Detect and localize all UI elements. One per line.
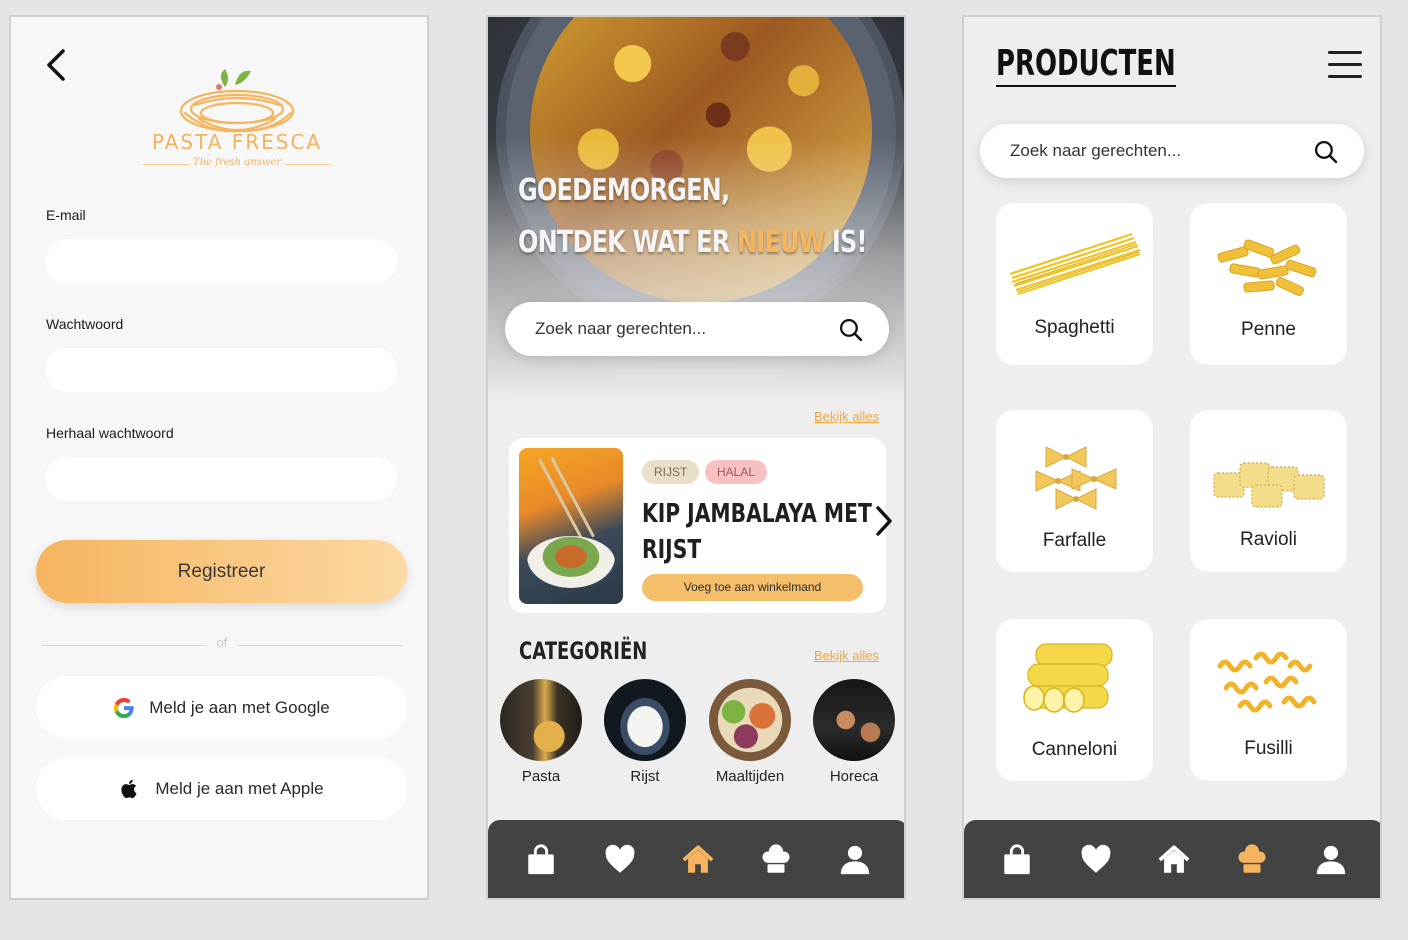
- apple-signin-label: Meld je aan met Apple: [155, 778, 324, 798]
- password-label: Wachtwoord: [46, 316, 124, 332]
- nav-profile[interactable]: [837, 842, 873, 878]
- email-label: E-mail: [46, 207, 86, 223]
- search-bar[interactable]: Zoek naar gerechten...: [505, 302, 889, 356]
- category-label: Rijst: [630, 768, 660, 785]
- categories-title: CATEGORIËN: [519, 637, 648, 665]
- category-pasta[interactable]: Pasta: [500, 679, 582, 785]
- product-penne[interactable]: Penne: [1190, 203, 1347, 365]
- add-to-cart-button[interactable]: Voeg toe aan winkelmand: [642, 574, 863, 601]
- user-icon: [1316, 845, 1345, 875]
- nav-home[interactable]: [1156, 842, 1192, 878]
- category-label: Maaltijden: [715, 768, 785, 785]
- user-icon: [840, 845, 869, 875]
- bag-icon: [528, 844, 554, 875]
- menu-icon[interactable]: [1328, 51, 1362, 79]
- product-fusilli[interactable]: Fusilli: [1190, 619, 1347, 781]
- product-label: Fusilli: [1244, 738, 1293, 759]
- apple-signin-button[interactable]: Meld je aan met Apple: [36, 757, 407, 820]
- category-pasta-image: [500, 679, 582, 761]
- chef-hat-icon: [762, 844, 790, 873]
- spaghetti-image: [1006, 215, 1143, 315]
- product-label: Ravioli: [1239, 529, 1298, 550]
- bag-icon: [1004, 844, 1030, 875]
- register-button[interactable]: Registreer: [36, 540, 407, 603]
- product-label: Penne: [1241, 319, 1296, 340]
- search-icon[interactable]: [1313, 139, 1338, 164]
- nav-recipes[interactable]: [758, 842, 794, 878]
- home-icon: [682, 845, 714, 873]
- category-rice-image: [604, 679, 686, 761]
- penne-image: [1200, 215, 1337, 315]
- brand-name: PASTA FRESCA: [151, 130, 323, 154]
- heart-icon: [605, 844, 635, 873]
- nav-recipes[interactable]: [1234, 842, 1270, 878]
- nav-favorites[interactable]: [602, 842, 638, 878]
- chef-hat-icon: [1238, 844, 1266, 873]
- nav-profile[interactable]: [1313, 842, 1349, 878]
- featured-recipe-card[interactable]: RIJST HALAL KIP JAMBALAYA MET RIJST Voeg…: [509, 438, 886, 613]
- category-horeca-image: [813, 679, 895, 761]
- see-all-featured-link[interactable]: Bekijk alles: [814, 409, 879, 424]
- ravioli-image: [1200, 422, 1337, 522]
- google-signin-button[interactable]: Meld je aan met Google: [36, 676, 407, 739]
- product-canneloni[interactable]: Canneloni: [996, 619, 1153, 781]
- search-placeholder: Zoek naar gerechten...: [535, 319, 707, 338]
- page-title: PRODUCTEN: [996, 43, 1176, 87]
- category-meals[interactable]: Maaltijden: [709, 679, 791, 785]
- chevron-right-icon[interactable]: [874, 504, 894, 538]
- see-all-categories-link[interactable]: Bekijk alles: [814, 648, 879, 663]
- category-meals-image: [709, 679, 791, 761]
- home-icon: [1158, 845, 1190, 873]
- canneloni-image: [1006, 631, 1143, 731]
- product-label: Canneloni: [1031, 739, 1118, 760]
- bottom-nav: [488, 820, 904, 898]
- brand-tagline: The fresh answer: [139, 157, 335, 168]
- google-icon: [114, 697, 134, 718]
- register-screen: PASTA FRESCA The fresh answer E-mail Wac…: [9, 15, 429, 900]
- nav-favorites[interactable]: [1078, 842, 1114, 878]
- product-farfalle[interactable]: Farfalle: [996, 410, 1153, 572]
- search-icon[interactable]: [838, 317, 863, 342]
- tag-halal: HALAL: [705, 460, 768, 484]
- google-signin-label: Meld je aan met Google: [149, 697, 330, 717]
- category-horeca[interactable]: Horeca: [813, 679, 895, 785]
- products-screen: PRODUCTEN Zoek naar gerechten... Spaghet…: [962, 15, 1382, 900]
- farfalle-image: [1006, 422, 1143, 522]
- or-text: of: [216, 635, 228, 650]
- repeat-password-label: Herhaal wachtwoord: [46, 425, 174, 441]
- or-divider: of: [41, 635, 403, 653]
- recipe-title: KIP JAMBALAYA MET RIJST: [642, 499, 872, 565]
- headline-line-1: GOEDEMORGEN,: [518, 173, 730, 208]
- email-field[interactable]: [45, 239, 397, 283]
- repeat-password-field[interactable]: [45, 457, 397, 501]
- search-placeholder: Zoek naar gerechten...: [1010, 141, 1182, 160]
- nav-home[interactable]: [680, 842, 716, 878]
- product-spaghetti[interactable]: Spaghetti: [996, 203, 1153, 365]
- fusilli-image: [1200, 631, 1337, 731]
- category-rice[interactable]: Rijst: [604, 679, 686, 785]
- nav-shop[interactable]: [999, 842, 1035, 878]
- back-arrow-icon[interactable]: [43, 47, 69, 83]
- tag-rice: RIJST: [642, 460, 700, 484]
- headline-line-2: ONTDEK WAT ER NIEUW IS!: [518, 225, 867, 260]
- product-label: Spaghetti: [1034, 317, 1115, 338]
- nav-shop[interactable]: [523, 842, 559, 878]
- password-field[interactable]: [45, 348, 397, 392]
- home-screen: GOEDEMORGEN, ONTDEK WAT ER NIEUW IS! Zoe…: [486, 15, 906, 900]
- jambalaya-image: [519, 448, 623, 604]
- hero-headline: GOEDEMORGEN, ONTDEK WAT ER NIEUW IS!: [518, 165, 867, 269]
- product-label: Farfalle: [1042, 530, 1107, 551]
- bottom-nav: [964, 820, 1380, 898]
- apple-icon: [121, 779, 137, 798]
- search-bar[interactable]: Zoek naar gerechten...: [980, 124, 1364, 178]
- category-label: Horeca: [829, 768, 879, 785]
- heart-icon: [1081, 844, 1111, 873]
- category-label: Pasta: [521, 768, 561, 785]
- product-ravioli[interactable]: Ravioli: [1190, 410, 1347, 572]
